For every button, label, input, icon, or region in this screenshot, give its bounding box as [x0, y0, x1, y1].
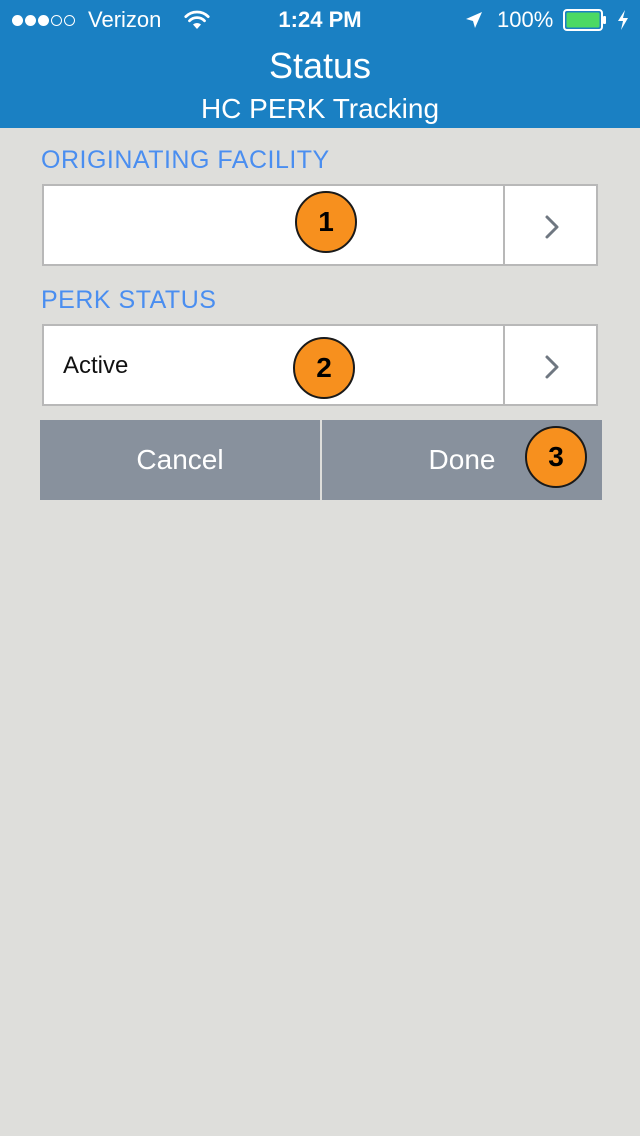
cancel-button[interactable]: Cancel: [40, 420, 320, 500]
originating-facility-disclosure[interactable]: [503, 186, 596, 264]
charging-bolt-icon: [618, 10, 628, 30]
screen: Verizon 1:24 PM 100% Status HC PERK Trac…: [0, 0, 640, 1136]
perk-status-label: PERK STATUS: [41, 286, 217, 314]
action-buttons: Cancel Done: [40, 420, 602, 500]
perk-status-disclosure[interactable]: [503, 326, 596, 404]
annotation-badge-2: 2: [293, 337, 355, 399]
page-subtitle: HC PERK Tracking: [200, 93, 440, 124]
location-arrow-icon: [466, 12, 482, 28]
chevron-right-icon: [545, 355, 559, 379]
chevron-right-icon: [545, 215, 559, 239]
annotation-badge-3: 3: [525, 426, 587, 488]
battery-percentage: 100%: [497, 7, 554, 32]
status-bar: Verizon 1:24 PM 100%: [0, 0, 640, 40]
header: Verizon 1:24 PM 100% Status HC PERK Trac…: [0, 0, 640, 128]
page-title: Status: [268, 45, 372, 86]
originating-facility-label: ORIGINATING FACILITY: [41, 146, 330, 174]
perk-status-value: Active: [63, 352, 129, 379]
annotation-badge-1: 1: [295, 191, 357, 253]
battery-icon: [563, 9, 606, 31]
